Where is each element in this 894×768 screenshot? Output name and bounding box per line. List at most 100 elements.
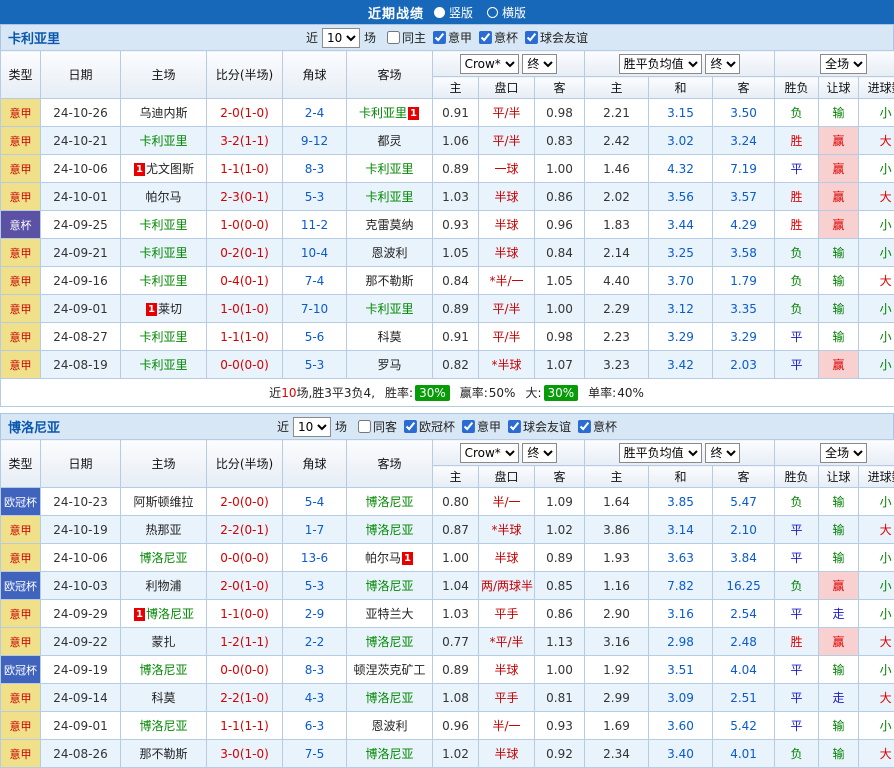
away-team-name[interactable]: 帕尔马 (365, 551, 401, 565)
euro-time-select[interactable]: 终 (705, 443, 740, 463)
filter-checkbox[interactable] (508, 420, 521, 433)
away-team-name[interactable]: 博洛尼亚 (365, 747, 413, 761)
away-team-name[interactable]: 顿涅茨克矿工 (353, 663, 425, 677)
away-team-name[interactable]: 克雷莫纳 (365, 218, 413, 232)
recent-count-select[interactable]: 10 (322, 28, 360, 48)
filter-checkbox[interactable] (404, 420, 417, 433)
away-team-name[interactable]: 那不勒斯 (365, 274, 413, 288)
euro-away-odds-cell: 4.01 (713, 740, 775, 768)
date-cell: 24-10-26 (41, 99, 121, 127)
filter-checkbox[interactable] (479, 31, 492, 44)
sub-col-result: 胜负 (775, 77, 819, 99)
filter-option[interactable]: 意杯 (578, 418, 617, 435)
score-cell: 3-2(1-1) (207, 127, 283, 155)
odds-company-select[interactable]: Crow* (460, 443, 519, 463)
scope-select[interactable]: 全场 (820, 54, 867, 74)
home-team-name[interactable]: 卡利亚里 (139, 134, 187, 148)
away-team-name[interactable]: 卡利亚里 (359, 106, 407, 120)
home-team-name[interactable]: 博洛尼亚 (139, 663, 187, 677)
euro-draw-odds-cell: 3.14 (649, 516, 713, 544)
home-team-name[interactable]: 帕尔马 (145, 190, 181, 204)
away-team-name[interactable]: 博洛尼亚 (365, 635, 413, 649)
away-team-name[interactable]: 博洛尼亚 (365, 691, 413, 705)
filter-option[interactable]: 意杯 (479, 29, 518, 46)
away-team-name[interactable]: 博洛尼亚 (365, 523, 413, 537)
match-row: 意甲24-08-26那不勒斯3-0(1-0)7-5博洛尼亚1.02半球0.922… (1, 740, 894, 768)
filter-option[interactable]: 意甲 (462, 418, 501, 435)
away-team-name[interactable]: 卡利亚里 (365, 162, 413, 176)
league-cell: 意甲 (1, 628, 41, 656)
home-team-name[interactable]: 那不勒斯 (139, 747, 187, 761)
results-table: 类型 日期 主场 比分(半场) 角球 客场 Crow* 终 胜平负均值 终 (0, 50, 894, 407)
filter-checkbox[interactable] (387, 31, 400, 44)
odds-time-select[interactable]: 终 (522, 54, 557, 74)
layout-radio[interactable]: 横版 (487, 4, 526, 21)
filter-checkbox[interactable] (462, 420, 475, 433)
result-cell: 平 (775, 656, 819, 684)
away-team-name[interactable]: 科莫 (377, 330, 401, 344)
recent-label: 近 (306, 29, 318, 46)
filter-checkbox[interactable] (433, 31, 446, 44)
odds-company-select[interactable]: Crow* (460, 54, 519, 74)
filter-option[interactable]: 欧冠杯 (404, 418, 455, 435)
away-team-name[interactable]: 都灵 (377, 134, 401, 148)
home-team-name[interactable]: 莱切 (158, 302, 182, 316)
goals-cell: 大 (859, 740, 894, 768)
handicap-cell: 半球 (479, 211, 535, 239)
handicap-result-cell: 赢 (819, 351, 859, 379)
odds-time-select[interactable]: 终 (522, 443, 557, 463)
home-team-name[interactable]: 乌迪内斯 (139, 106, 187, 120)
euro-home-odds-cell: 2.42 (585, 127, 649, 155)
home-team-name[interactable]: 蒙扎 (151, 635, 175, 649)
filter-checkbox[interactable] (578, 420, 591, 433)
home-team-name[interactable]: 卡利亚里 (139, 358, 187, 372)
filter-checkbox[interactable] (358, 420, 371, 433)
home-team-name[interactable]: 博洛尼亚 (139, 719, 187, 733)
euro-draw-odds-cell: 3.16 (649, 600, 713, 628)
filter-option[interactable]: 球会友谊 (525, 29, 588, 46)
home-team-name[interactable]: 博洛尼亚 (139, 551, 187, 565)
away-team-cell: 博洛尼亚 (347, 740, 433, 768)
home-team-name[interactable]: 卡利亚里 (139, 246, 187, 260)
filter-option[interactable]: 意甲 (433, 29, 472, 46)
euro-odds-select[interactable]: 胜平负均值 (619, 54, 702, 74)
euro-away-odds-cell: 2.10 (713, 516, 775, 544)
filter-option[interactable]: 同主 (387, 29, 426, 46)
away-team-name[interactable]: 恩波利 (371, 719, 407, 733)
recent-count-select[interactable]: 10 (293, 417, 331, 437)
away-team-name[interactable]: 恩波利 (371, 246, 407, 260)
away-team-name[interactable]: 博洛尼亚 (365, 495, 413, 509)
euro-time-select[interactable]: 终 (705, 54, 740, 74)
away-team-name[interactable]: 卡利亚里 (365, 190, 413, 204)
euro-away-odds-cell: 3.35 (713, 295, 775, 323)
goals-cell: 大 (859, 516, 894, 544)
filter-option[interactable]: 同客 (358, 418, 397, 435)
home-team-name[interactable]: 利物浦 (145, 579, 181, 593)
euro-odds-select[interactable]: 胜平负均值 (619, 443, 702, 463)
goals-cell: 大 (859, 684, 894, 712)
home-team-name[interactable]: 热那亚 (145, 523, 181, 537)
home-team-name[interactable]: 博洛尼亚 (146, 607, 194, 621)
away-team-name[interactable]: 亚特兰大 (365, 607, 413, 621)
home-team-name[interactable]: 尤文图斯 (146, 162, 194, 176)
euro-home-odds-cell: 1.69 (585, 712, 649, 740)
filter-checkbox[interactable] (525, 31, 538, 44)
red-card-badge: 1 (408, 107, 419, 120)
euro-home-odds-cell: 3.86 (585, 516, 649, 544)
away-team-name[interactable]: 罗马 (377, 358, 401, 372)
handicap-cell: 两/两球半 (479, 572, 535, 600)
filter-option[interactable]: 球会友谊 (508, 418, 571, 435)
top-bar: 近期战绩 竖版横版 (0, 0, 894, 24)
home-team-name[interactable]: 卡利亚里 (139, 330, 187, 344)
layout-radio[interactable]: 竖版 (434, 4, 473, 21)
results-table-wrap: 类型 日期 主场 比分(半场) 角球 客场 Crow* 终 胜平负均值 终 (0, 439, 894, 768)
away-team-name[interactable]: 卡利亚里 (365, 302, 413, 316)
away-team-name[interactable]: 博洛尼亚 (365, 579, 413, 593)
home-team-name[interactable]: 卡利亚里 (139, 274, 187, 288)
radio-unselected-icon (487, 7, 498, 18)
home-team-name[interactable]: 阿斯顿维拉 (133, 495, 193, 509)
home-team-name[interactable]: 科莫 (151, 691, 175, 705)
goals-cell: 小 (859, 544, 894, 572)
scope-select[interactable]: 全场 (820, 443, 867, 463)
home-team-name[interactable]: 卡利亚里 (139, 218, 187, 232)
